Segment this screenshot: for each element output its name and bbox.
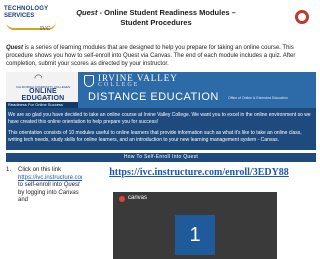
canvas-logo-icon <box>119 196 125 202</box>
step-number: 1. <box>6 167 12 173</box>
partner-logo-b <box>255 22 289 32</box>
college-word: COLLEGE <box>98 82 140 88</box>
enroll-url-large[interactable]: https://ivc.instructure.com/enroll/3EDY8… <box>82 167 316 178</box>
step-1-quest: Quest <box>63 182 80 188</box>
step-1-text: Click on this link https://ivc.instructu… <box>18 167 126 205</box>
title-quest: Quest <box>76 8 98 17</box>
banner-para-2: This orientation consists of 10 modules … <box>8 130 302 143</box>
intro-paragraph: Quest is a series of learning modules th… <box>6 44 314 68</box>
online-education-logo: ◠ CALIFORNIA COMMUNITY COLLEGES ONLINE E… <box>6 72 78 102</box>
logo-line-technology: TECHNOLOGY <box>4 6 49 12</box>
step-1-text-after: to self-enroll into <box>18 182 64 188</box>
initiative-label: INITIATIVE <box>35 96 51 100</box>
partner-logo-circle-icon <box>295 10 309 24</box>
intro-quest: Quest <box>6 45 24 51</box>
wifi-icon: ◠ <box>34 73 43 84</box>
document-header: TECHNOLOGY SERVICES IVC Quest - Online S… <box>0 0 318 44</box>
partner-logos <box>255 6 315 38</box>
step-1-text-before: Click on this link <box>18 167 62 173</box>
intro-text: is a series of learning modules that are… <box>6 45 296 67</box>
banner-body: We are so glad you have decided to take … <box>8 112 314 148</box>
page-title: Quest - Online Student Readiness Modules… <box>66 8 246 28</box>
canvas-login-screenshot: canvas 1 <box>113 192 277 259</box>
partner-logo-a <box>255 8 285 14</box>
step-1-text-and: and <box>18 197 29 203</box>
step-number-badge: 1 <box>175 215 215 255</box>
technology-services-logo: TECHNOLOGY SERVICES IVC <box>4 6 66 36</box>
section-heading-howto: How To Self-Enroll Into Quest <box>6 153 316 162</box>
step-1-text-by: by logging into <box>18 189 59 196</box>
ivc-distance-ed-header: IRVINE VALLEY COLLEGE DISTANCE EDUCATION… <box>78 72 316 108</box>
orientation-banner-image: ◠ CALIFORNIA COMMUNITY COLLEGES ONLINE E… <box>6 72 316 150</box>
ivc-shield-icon <box>84 75 94 87</box>
canvas-label: canvas <box>128 195 148 201</box>
step-1-illustration: https://ivc.instructure.com/enroll/3EDY8… <box>82 163 316 259</box>
banner-para-1: We are so glad you have decided to take … <box>8 112 311 125</box>
readiness-label: Readiness For Online Success <box>8 102 63 107</box>
title-line2: Student Procedures <box>120 18 192 27</box>
distance-education-title: DISTANCE EDUCATION <box>88 91 219 103</box>
logo-line-ivc: IVC <box>40 26 51 32</box>
step-1-canvas: Canvas <box>58 189 79 196</box>
logo-line-services: SERVICES <box>4 13 35 19</box>
office-label: Office of Online & Extended Education <box>228 96 288 100</box>
title-line1: - Online Student Readiness Modules – <box>97 8 236 17</box>
